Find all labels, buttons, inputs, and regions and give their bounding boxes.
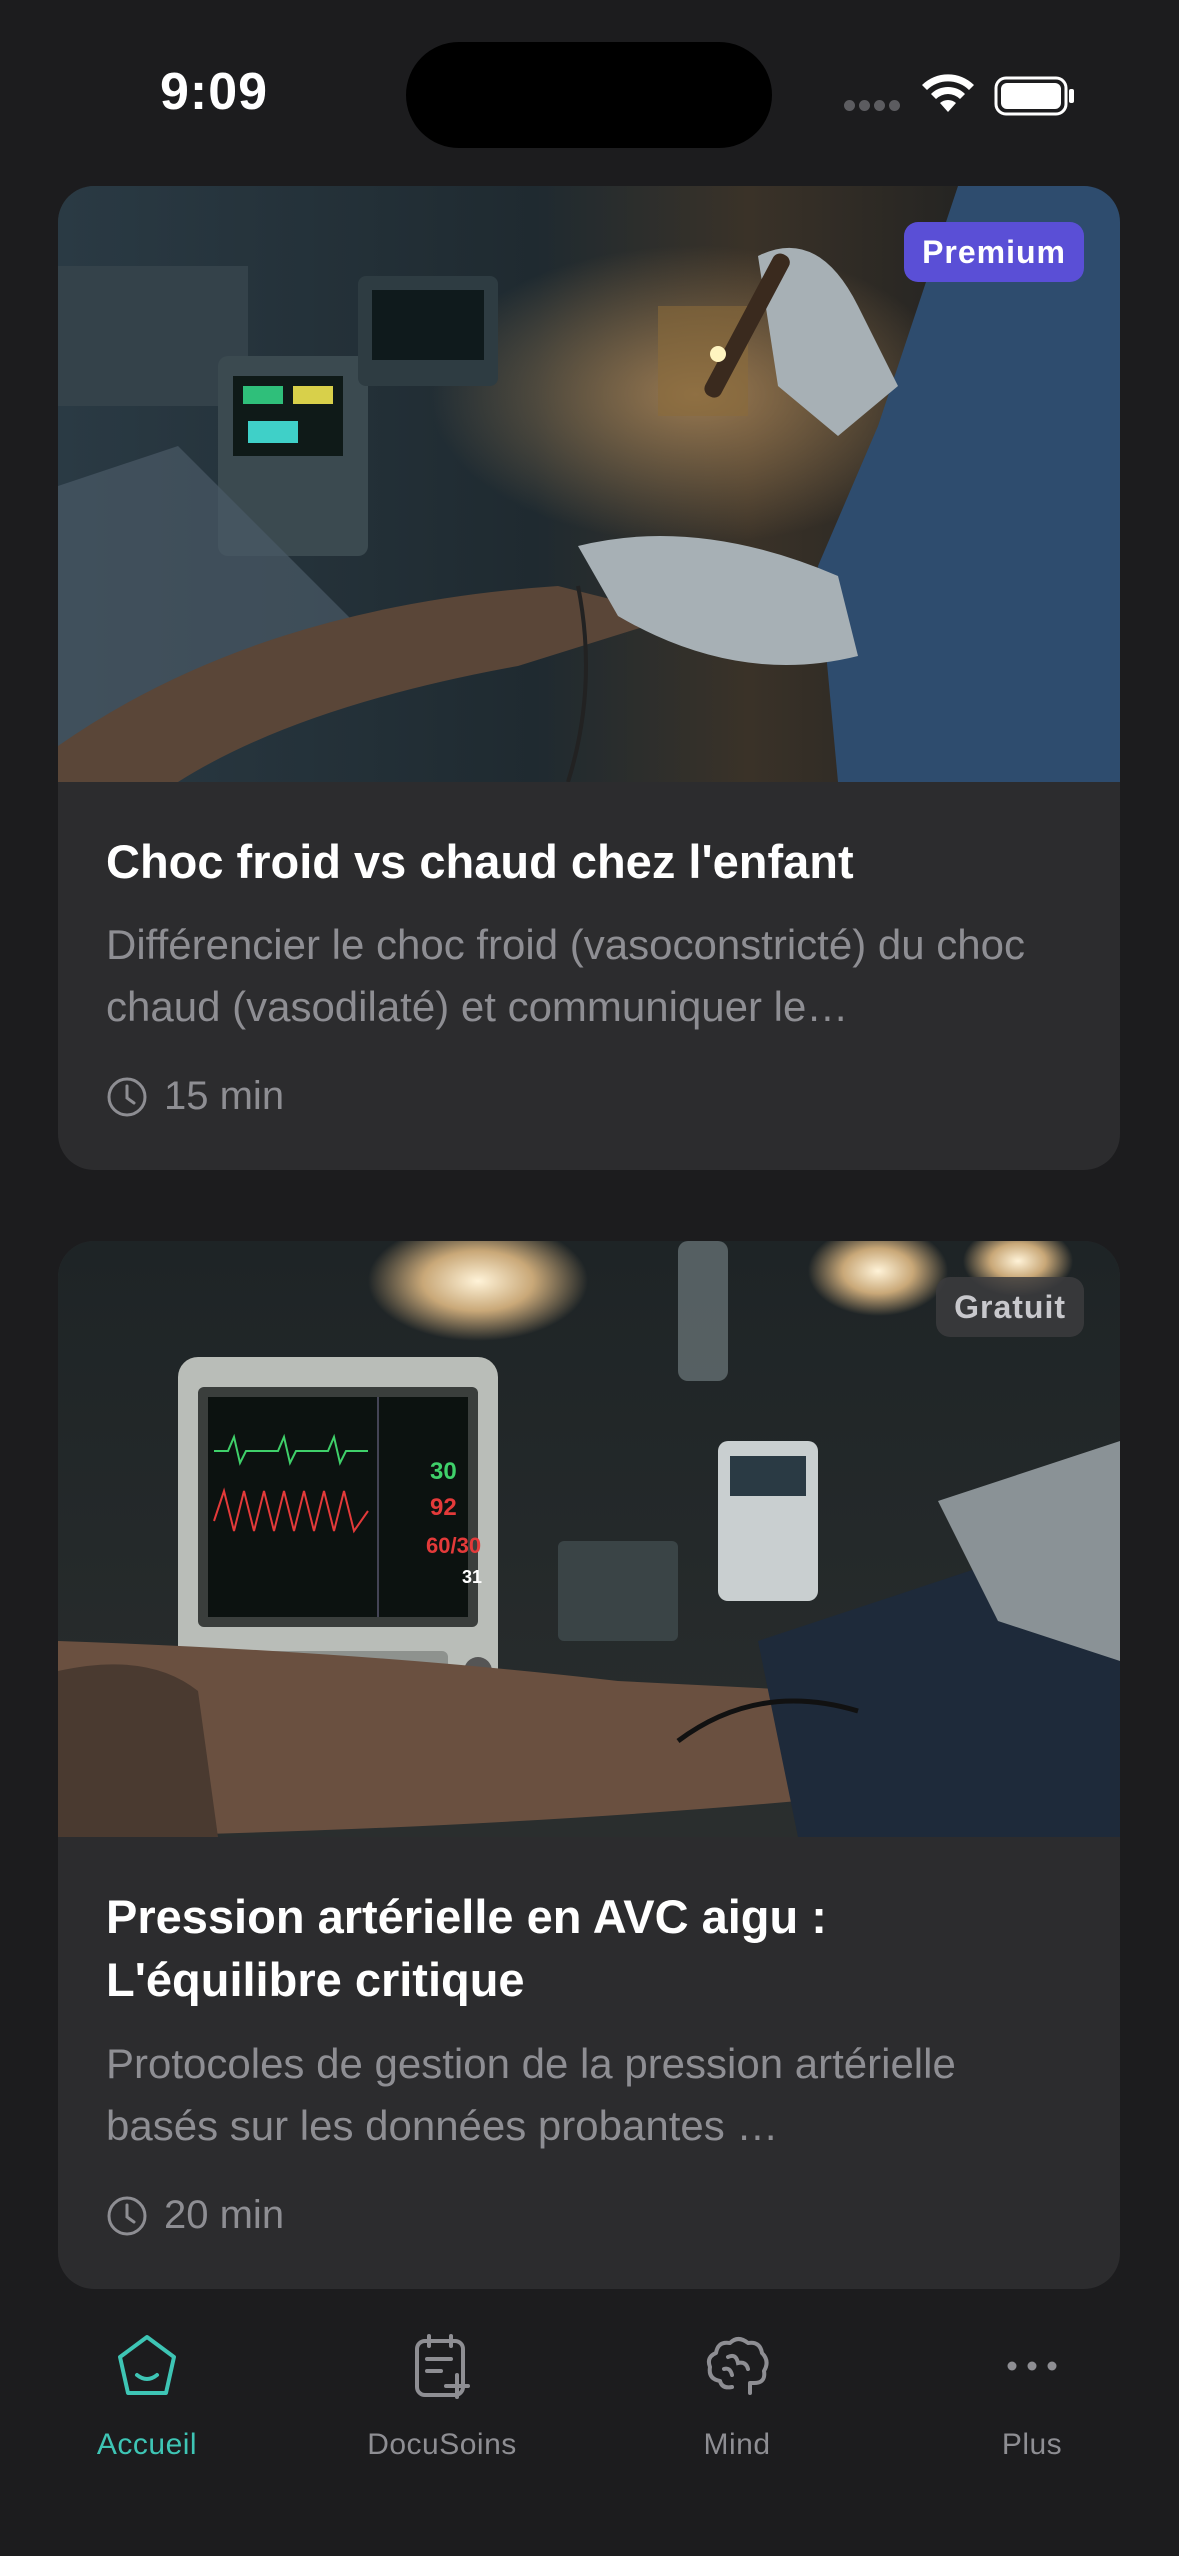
tab-docusoins[interactable]: DocuSoins — [312, 2326, 572, 2462]
brain-icon — [706, 2337, 769, 2395]
course-description: Protocoles de gestion de la pression art… — [106, 2040, 956, 2149]
monitor-rr: 31 — [462, 1567, 482, 1587]
clock-icon — [107, 2196, 147, 2235]
monitor-spo2: 92 — [430, 1494, 457, 1521]
document-add-icon — [415, 2334, 470, 2399]
status-bar: 9:09 — [0, 0, 1179, 190]
course-image-stroke-blood-pressure: 30 92 60/30 31 Gratuit — [58, 1241, 1120, 1837]
monitor-hr: 30 — [430, 1458, 457, 1485]
tab-label: Accueil — [96, 2428, 198, 2461]
battery-icon — [994, 76, 1074, 116]
tab-accueil[interactable]: Accueil — [17, 2326, 277, 2462]
course-duration: 20 min — [106, 2193, 284, 2238]
duration-text: 15 min — [164, 1074, 285, 1118]
home-icon — [118, 2335, 176, 2395]
course-title: Choc froid vs chaud chez l'enfant — [106, 835, 854, 888]
dynamic-island — [406, 42, 772, 148]
more-icon — [1007, 2361, 1057, 2371]
course-card[interactable]: Premium Choc froid vs chaud chez l'enfan… — [58, 186, 1120, 1170]
course-description: Différencier le choc froid (vasoconstric… — [106, 921, 1025, 1030]
course-duration: 15 min — [106, 1074, 284, 1119]
duration-text: 20 min — [164, 2193, 285, 2237]
wifi-icon — [922, 74, 974, 112]
tab-label: Mind — [703, 2428, 771, 2461]
tab-plus[interactable]: Plus — [902, 2326, 1162, 2462]
tab-bar: Accueil DocuSoins Mind Plus — [0, 2290, 1179, 2556]
clock-icon — [107, 1077, 147, 1116]
free-badge: Gratuit — [936, 1277, 1084, 1337]
tab-mind[interactable]: Mind — [607, 2326, 867, 2462]
tab-label: DocuSoins — [367, 2428, 517, 2461]
course-card[interactable]: 30 92 60/30 31 Gratuit Pression artériel… — [58, 1241, 1120, 2289]
course-image-pediatric-shock: Premium — [58, 186, 1120, 782]
course-title: Pression artérielle en AVC aigu : L'équi… — [106, 1890, 827, 2006]
tab-label: Plus — [1001, 2428, 1063, 2461]
monitor-bp: 60/30 — [426, 1533, 481, 1558]
cellular-signal-icon — [844, 100, 902, 114]
premium-badge: Premium — [904, 222, 1084, 282]
status-time: 9:09 — [160, 63, 269, 121]
